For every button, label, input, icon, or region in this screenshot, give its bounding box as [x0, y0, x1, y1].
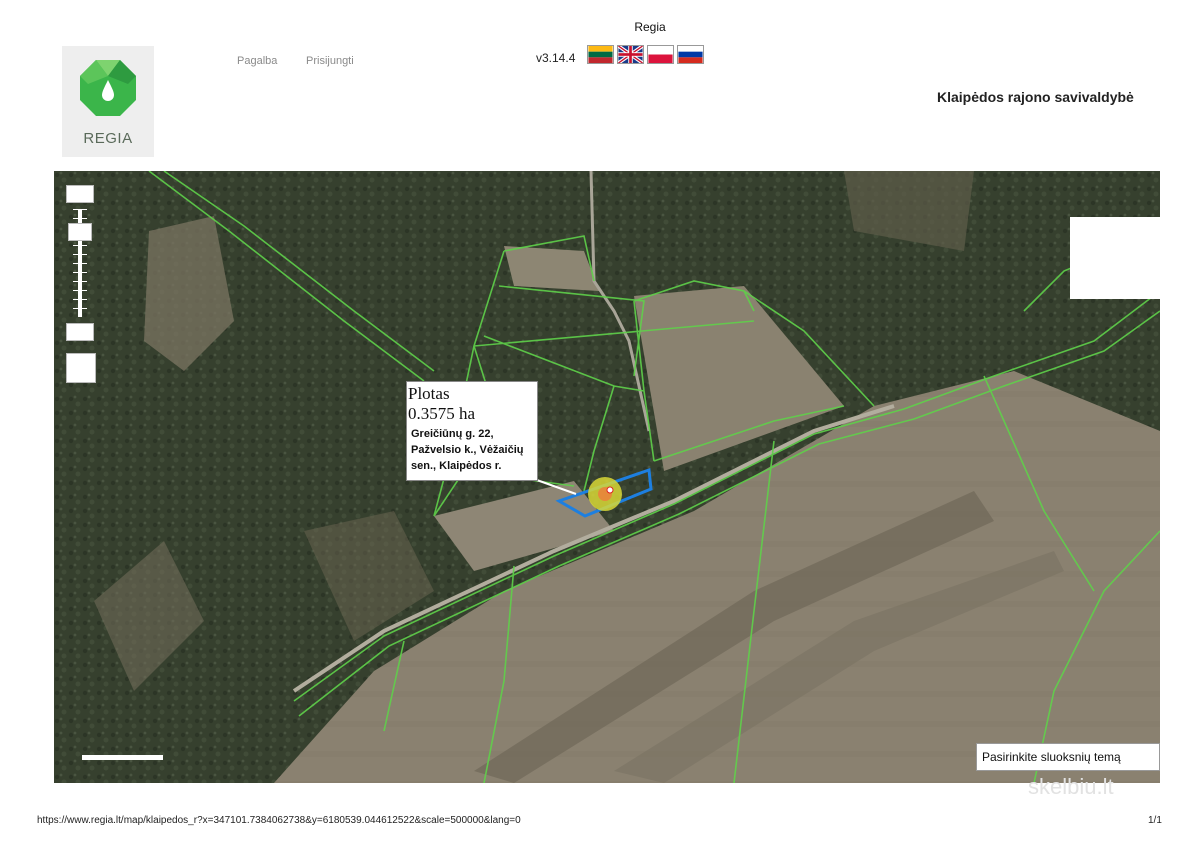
zoom-in-button[interactable]	[66, 185, 94, 203]
parcel-info-popup: Plotas 0.3575 ha Greičiūnų g. 22, Pažvel…	[406, 381, 538, 481]
overview-panel	[1070, 217, 1160, 299]
layer-theme-select[interactable]: Pasirinkite sluoksnių temą	[976, 743, 1160, 771]
login-link[interactable]: Prisijungti	[306, 55, 354, 67]
ru-flag-icon[interactable]	[677, 45, 704, 64]
version-label: v3.14.4	[536, 51, 576, 65]
satellite-map[interactable]	[54, 171, 1160, 783]
address-line: Greičiūnų g. 22,	[411, 428, 494, 440]
pl-flag-icon[interactable]	[647, 45, 674, 64]
gb-flag-icon[interactable]	[617, 45, 644, 64]
area-value: 0.3575 ha	[408, 404, 476, 423]
footer-url: https://www.regia.lt/map/klaipedos_r?x=3…	[37, 815, 521, 826]
scale-bar	[82, 755, 163, 760]
address-line: Pažvelsio k., Vėžaičių	[411, 444, 524, 456]
address-line: sen., Klaipėdos r.	[411, 460, 502, 472]
page-title: Regia	[634, 20, 666, 34]
watermark: skelbiu.lt	[1028, 774, 1114, 799]
help-link[interactable]: Pagalba	[237, 55, 277, 67]
regia-logo[interactable]: REGIA	[62, 46, 154, 157]
map-view[interactable]: Plotas 0.3575 ha Greičiūnų g. 22, Pažvel…	[54, 171, 1160, 783]
parcel-address: Greičiūnų g. 22, Pažvelsio k., Vėžaičių …	[407, 426, 537, 474]
layers-toggle-button[interactable]	[66, 353, 96, 383]
language-selector	[587, 45, 704, 64]
page-number: 1/1	[1148, 815, 1162, 826]
zoom-out-button[interactable]	[66, 323, 94, 341]
zoom-slider-handle[interactable]	[68, 223, 92, 241]
area-label: Plotas	[408, 384, 450, 403]
logo-text: REGIA	[83, 130, 133, 147]
lt-flag-icon[interactable]	[587, 45, 614, 64]
municipality-name: Klaipėdos rajono savivaldybė	[937, 89, 1134, 105]
logo-octagon-icon	[80, 60, 136, 116]
